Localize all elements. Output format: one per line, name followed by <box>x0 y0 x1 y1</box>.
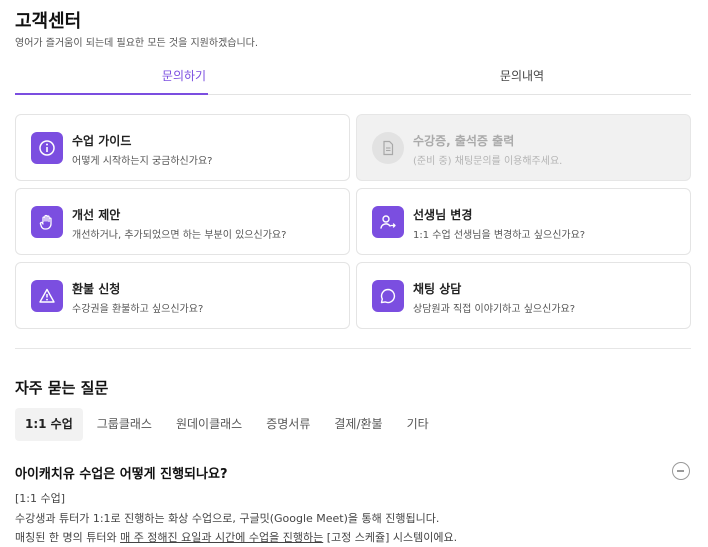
card-suggestion[interactable]: 개선 제안 개선하거나, 추가되었으면 하는 부분이 있으신가요? <box>15 188 350 255</box>
section-divider <box>15 348 691 349</box>
active-tab-indicator <box>15 93 208 95</box>
answer-text: 매칭된 한 명의 튜터와 <box>15 531 121 544</box>
card-class-guide[interactable]: 수업 가이드 어떻게 시작하는지 궁금하신가요? <box>15 114 350 181</box>
card-title: 개선 제안 <box>72 208 121 222</box>
faq-answer-line: [1:1 수업] <box>15 492 66 505</box>
main-tabs: 문의하기 문의내역 <box>15 61 691 95</box>
faq-tab-payment-refund[interactable]: 결제/환불 <box>324 408 392 441</box>
card-desc: 어떻게 시작하는지 궁금하신가요? <box>72 156 213 167</box>
card-title: 수업 가이드 <box>72 134 132 148</box>
collapse-minus-icon[interactable] <box>672 462 690 480</box>
answer-underlined-text: 매 주 정해진 요일과 시간에 수업을 진행하는 <box>120 531 324 544</box>
faq-tab-oneday-class[interactable]: 원데이클래스 <box>166 408 252 441</box>
faq-tab-etc[interactable]: 기타 <box>397 408 439 441</box>
answer-text: [고정 스케쥴] 시스템이에요. <box>323 531 458 544</box>
hand-icon <box>31 206 63 238</box>
card-title: 채팅 상담 <box>413 282 462 296</box>
card-certificate-print: 수강증, 출석증 출력 (준비 중) 채팅문의를 이용해주세요. <box>356 114 691 181</box>
faq-tab-1on1[interactable]: 1:1 수업 <box>15 408 83 441</box>
card-change-teacher[interactable]: 선생님 변경 1:1 수업 선생님을 변경하고 싶으신가요? <box>356 188 691 255</box>
user-change-icon <box>372 206 404 238</box>
card-desc: (준비 중) 채팅문의를 이용해주세요. <box>413 156 563 167</box>
card-desc: 개선하거나, 추가되었으면 하는 부분이 있으신가요? <box>72 230 287 241</box>
card-chat-consult[interactable]: 채팅 상담 상담원과 직접 이야기하고 싶으신가요? <box>356 262 691 329</box>
card-title: 선생님 변경 <box>413 208 473 222</box>
faq-category-tabs: 1:1 수업 그룹클래스 원데이클래스 증명서류 결제/환불 기타 <box>15 408 443 441</box>
faq-question[interactable]: 아이캐치유 수업은 어떻게 진행되나요? <box>15 463 227 482</box>
faq-answer-line: 매칭된 한 명의 튜터와 매 주 정해진 요일과 시간에 수업을 진행하는 [고… <box>15 529 457 545</box>
faq-title: 자주 묻는 질문 <box>15 379 109 397</box>
page-title: 고객센터 <box>15 11 82 32</box>
page-subtitle: 영어가 즐거움이 되는데 필요한 모든 것을 지원하겠습니다. <box>15 38 259 49</box>
document-icon <box>372 132 404 164</box>
faq-tab-group-class[interactable]: 그룹클래스 <box>87 408 162 441</box>
tab-inquiry-history[interactable]: 문의내역 <box>353 61 691 94</box>
chat-icon <box>372 280 404 312</box>
card-refund-request[interactable]: 환불 신청 수강권을 환불하고 싶으신가요? <box>15 262 350 329</box>
card-title: 수강증, 출석증 출력 <box>413 134 515 148</box>
warning-icon <box>31 280 63 312</box>
card-desc: 1:1 수업 선생님을 변경하고 싶으신가요? <box>413 230 586 241</box>
card-desc: 상담원과 직접 이야기하고 싶으신가요? <box>413 304 576 315</box>
card-desc: 수강권을 환불하고 싶으신가요? <box>72 304 204 315</box>
faq-answer-line: 수강생과 튜터가 1:1로 진행하는 화상 수업으로, 구글밋(Google M… <box>15 512 440 525</box>
card-title: 환불 신청 <box>72 282 121 296</box>
info-icon <box>31 132 63 164</box>
faq-tab-certificates[interactable]: 증명서류 <box>256 408 320 441</box>
tab-inquiry[interactable]: 문의하기 <box>15 61 353 94</box>
